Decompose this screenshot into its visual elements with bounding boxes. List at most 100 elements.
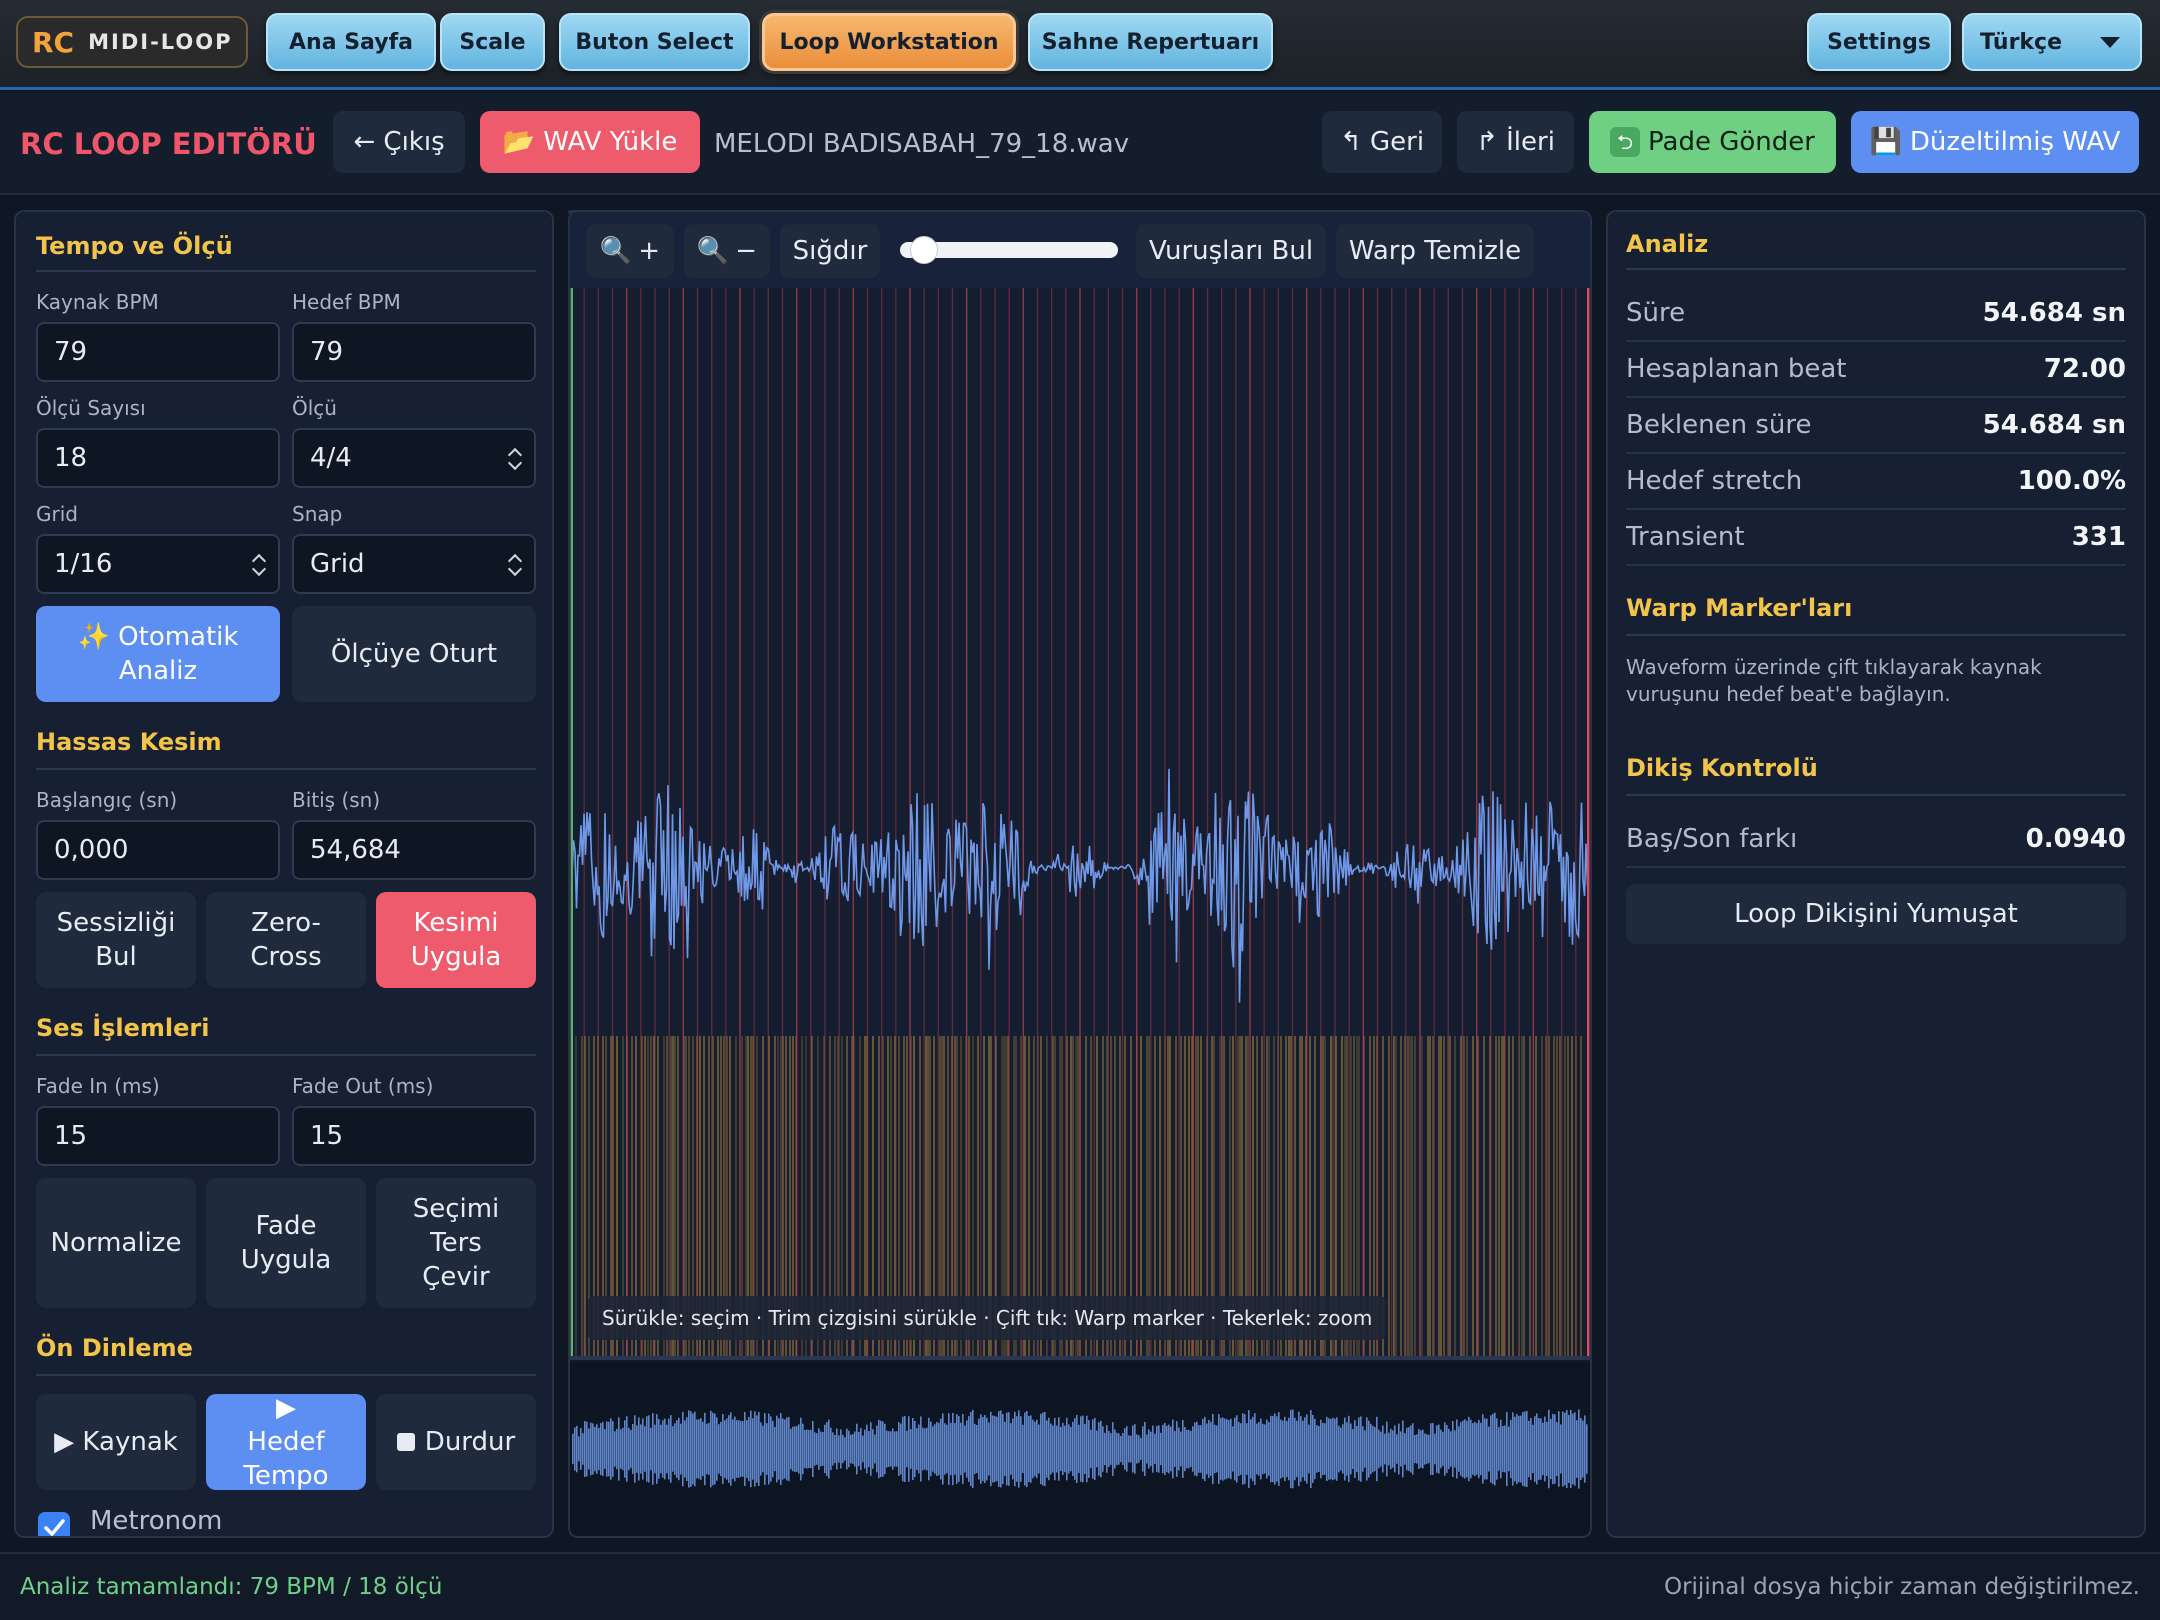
clear-warp-button[interactable]: Warp Temizle [1336,224,1534,278]
fade-in-input[interactable]: 15 [36,1106,280,1166]
overview-bar [1048,1417,1050,1481]
brand-logo[interactable]: RC MIDI-LOOP [16,16,248,68]
overview-bar [1092,1419,1094,1479]
overview-bar [1524,1411,1526,1487]
overview-bar [600,1423,602,1475]
target-bpm-input[interactable]: 79 [292,322,536,382]
redo-button[interactable]: ↱ İleri [1457,111,1574,173]
overview-bar [1262,1423,1264,1475]
overview-bar [594,1426,596,1472]
overview-bar [696,1419,698,1479]
end-input[interactable]: 54,684 [292,820,536,880]
overview-bar [1398,1423,1400,1475]
language-select[interactable]: Türkçe [1962,13,2142,71]
overview-bar [1002,1414,1004,1485]
bars-input[interactable]: 18 [36,428,280,488]
overview-bar [1010,1423,1012,1475]
overview-bar [1052,1425,1054,1473]
overview-bar [1476,1423,1478,1475]
overview-bar [572,1433,574,1465]
settings-button[interactable]: Settings [1807,13,1951,71]
overview-bar [1038,1424,1040,1474]
overview-bar [670,1415,672,1483]
fit-to-bar-button[interactable]: Ölçüye Oturt [292,606,536,702]
overview-bar [692,1413,694,1485]
overview-bar [1180,1431,1182,1467]
overview-bar [1474,1421,1476,1477]
zero-cross-button[interactable]: Zero-Cross [206,892,366,988]
overview-bar [1452,1421,1454,1477]
metronome-checkbox[interactable] [38,1512,70,1536]
save-wav-button[interactable]: 💾 Düzeltilmiş WAV [1851,111,2139,173]
overview-bar [638,1417,640,1481]
send-pad-button[interactable]: ⮌ Pade Gönder [1589,111,1836,173]
load-wav-button[interactable]: 📂 WAV Yükle [480,111,700,173]
overview-bar [1410,1425,1412,1473]
source-bpm-input[interactable]: 79 [36,322,280,382]
overview-bar [962,1414,964,1484]
grid-select[interactable]: 1/16 [36,534,280,594]
normalize-button[interactable]: Normalize [36,1178,196,1308]
snap-select[interactable]: Grid [292,534,536,594]
overview-bar [1492,1413,1494,1484]
nav-loop-workstation[interactable]: Loop Workstation [762,13,1016,71]
fade-out-input[interactable]: 15 [292,1106,536,1166]
find-silence-button[interactable]: Sessizliği Bul [36,892,196,988]
meter-select[interactable]: 4/4 [292,428,536,488]
overview-bar [958,1416,960,1482]
overview-bar [1368,1420,1370,1478]
overview-bar [1348,1415,1350,1483]
overview-bar [746,1420,748,1478]
source-bpm-label: Kaynak BPM [36,290,159,314]
undo-button[interactable]: ↰ Geri [1322,111,1442,173]
overview-bar [1156,1425,1158,1473]
overview-bar [928,1417,930,1481]
overview-waveform[interactable] [570,1362,1590,1536]
overview-bar [1572,1413,1574,1485]
apply-cut-button[interactable]: Kesimi Uygula [376,892,536,988]
overview-bar [1214,1424,1216,1474]
reverse-selection-button[interactable]: Seçimi Ters Çevir [376,1178,536,1308]
exit-button[interactable]: ← Çıkış [333,111,465,173]
fit-button[interactable]: Sığdır [780,224,880,278]
overview-bar [866,1424,868,1474]
overview-bar [606,1421,608,1477]
overview-bar [878,1419,880,1479]
bars-label: Ölçü Sayısı [36,396,146,420]
overview-bar [1390,1428,1392,1470]
overview-bar [822,1432,824,1466]
overview-bar [1134,1424,1136,1474]
overview-bar [960,1422,962,1476]
zoom-out-button[interactable]: 🔍 − [684,224,770,278]
overview-bar [1290,1409,1292,1489]
play-target-button[interactable]: ▶ Hedef Tempo [206,1393,366,1491]
apply-fade-button[interactable]: Fade Uygula [206,1178,366,1308]
overview-bar [812,1421,814,1477]
overview-bar [726,1418,728,1480]
overview-bar [1110,1433,1112,1465]
overview-bar [1268,1422,1270,1476]
overview-bar [760,1422,762,1476]
play-source-button[interactable]: ▶ Kaynak [36,1394,196,1490]
nav-home[interactable]: Ana Sayfa [266,13,436,71]
find-beats-button[interactable]: Vuruşları Bul [1136,224,1326,278]
overview-bar [1242,1413,1244,1485]
waveform-canvas[interactable] [570,288,1590,1360]
nav-stage-repertoire[interactable]: Sahne Repertuarı [1028,13,1273,71]
nav-scale[interactable]: Scale [440,13,545,71]
overview-bar [810,1429,812,1469]
overview-bar [1422,1429,1424,1469]
send-icon: ⮌ [1610,127,1641,157]
zoom-slider[interactable] [900,236,1118,264]
overview-bar [728,1415,730,1483]
zoom-slider-knob[interactable] [909,236,938,264]
stop-button[interactable]: Durdur [376,1394,536,1490]
zoom-in-button[interactable]: 🔍 + [586,224,674,278]
overview-bar [1166,1425,1168,1473]
overview-bar [952,1412,954,1486]
smooth-seam-button[interactable]: Loop Dikişini Yumuşat [1626,884,2126,944]
overview-bar [998,1411,1000,1487]
start-input[interactable]: 0,000 [36,820,280,880]
nav-button-select[interactable]: Buton Select [559,13,750,71]
auto-analyze-button[interactable]: ✨ Otomatik Analiz [36,606,280,702]
